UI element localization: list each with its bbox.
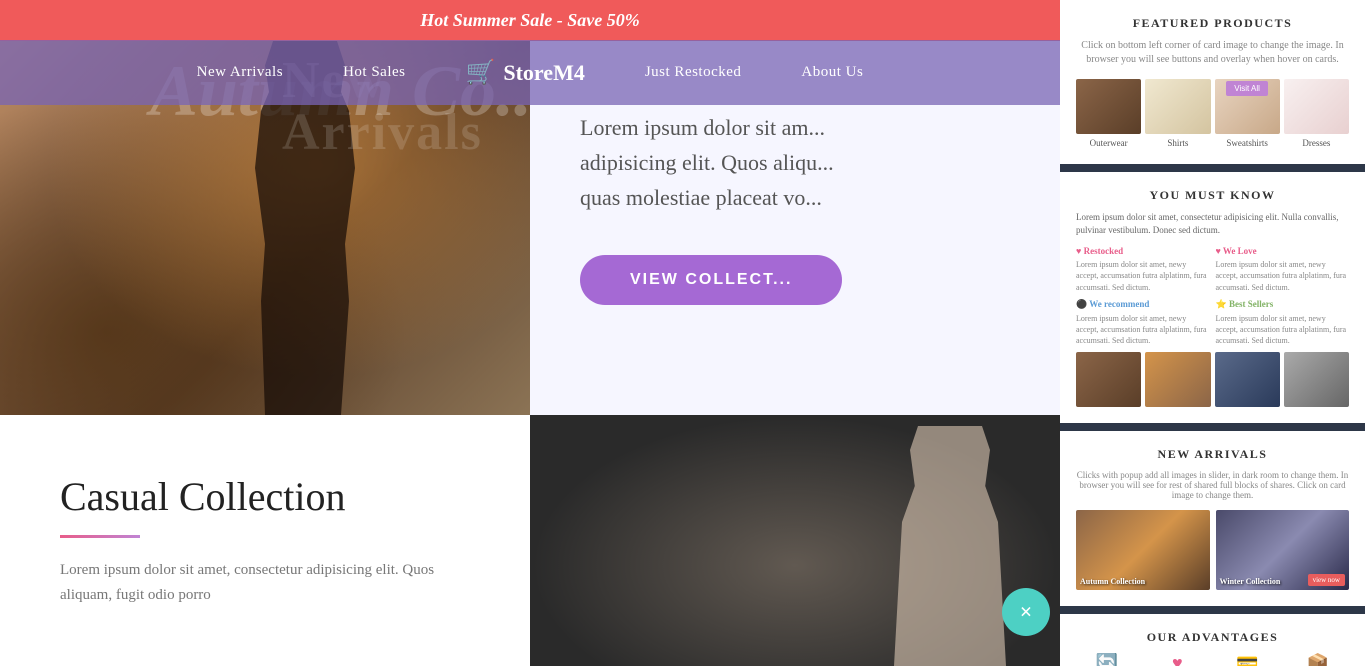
must-know-restocked-label: ♥ Restocked: [1076, 246, 1210, 256]
visit-all-button[interactable]: Visit All: [1226, 81, 1268, 96]
bottom-section: Casual Collection Lorem ipsum dolor sit …: [0, 415, 1060, 666]
shirts-thumb: [1145, 79, 1210, 134]
love-icon: ♥: [1146, 653, 1208, 666]
delivery-icon: 🔄: [1076, 653, 1138, 666]
hero-body-text: Lorem ipsum dolor sit am... adipisicing …: [580, 110, 1010, 216]
divider: [60, 535, 140, 538]
casual-collection-panel: Casual Collection Lorem ipsum dolor sit …: [0, 415, 530, 666]
advantages-section: OUR ADVANTAGES 🔄 Free & FastDelivery ♥ W…: [1060, 614, 1365, 666]
sweatshirts-label: Sweatshirts: [1215, 138, 1280, 148]
must-know-restocked-text: Lorem ipsum dolor sit amet, newy accept,…: [1076, 259, 1210, 293]
must-know-img-4: [1284, 352, 1349, 407]
promo-banner: Hot Summer Sale - Save 50%: [0, 0, 1060, 41]
must-know-best-sellers-text: Lorem ipsum dolor sit amet, newy accept,…: [1216, 313, 1350, 347]
must-know-recommend-text: Lorem ipsum dolor sit amet, newy accept,…: [1076, 313, 1210, 347]
must-know-we-love-text: Lorem ipsum dolor sit amet, newy accept,…: [1216, 259, 1350, 293]
must-know-subtitle: Lorem ipsum dolor sit amet, consectetur …: [1076, 211, 1349, 236]
nav-just-restocked[interactable]: Just Restocked: [645, 64, 742, 81]
must-know-recommend: ⚫ We recommend Lorem ipsum dolor sit ame…: [1076, 299, 1210, 347]
featured-products-section: FEATURED PRODUCTS Click on bottom left c…: [1060, 0, 1365, 164]
arrivals-grid: Autumn Collection Winter Collection view…: [1076, 510, 1349, 590]
advantage-credit: 💳 Easy CreditPayments: [1217, 653, 1279, 666]
featured-grid: Outerwear Shirts Visit All Sweatshirts D…: [1076, 79, 1349, 148]
autumn-caption: Autumn Collection: [1080, 577, 1145, 586]
must-know-recommend-label: ⚫ We recommend: [1076, 299, 1210, 310]
featured-subtitle: Click on bottom left corner of card imag…: [1076, 39, 1349, 67]
shirts-label: Shirts: [1145, 138, 1210, 148]
view-collection-button[interactable]: VIEW COLLECT...: [580, 255, 842, 305]
featured-title: FEATURED PRODUCTS: [1076, 16, 1349, 31]
outwear-label: Outerwear: [1076, 138, 1141, 148]
new-arrivals-panel-title: NEW ARRIVALS: [1076, 447, 1349, 462]
featured-item-dresses[interactable]: Dresses: [1284, 79, 1349, 148]
arrivals-autumn[interactable]: Autumn Collection: [1076, 510, 1210, 590]
logo-text: StoreM4: [503, 60, 584, 86]
site-logo[interactable]: 🛒 StoreM4: [465, 58, 584, 87]
must-know-section: YOU MUST KNOW Lorem ipsum dolor sit amet…: [1060, 172, 1365, 423]
must-know-best-sellers: ⭐ Best Sellers Lorem ipsum dolor sit ame…: [1216, 299, 1350, 347]
must-know-grid: ♥ Restocked Lorem ipsum dolor sit amet, …: [1076, 246, 1349, 346]
featured-item-outwear[interactable]: Outerwear: [1076, 79, 1141, 148]
cart-icon: 🛒: [465, 58, 495, 87]
must-know-we-love-label: ♥ We Love: [1216, 246, 1350, 256]
casual-collection-text: Lorem ipsum dolor sit amet, consectetur …: [60, 558, 470, 609]
view-now-button[interactable]: view now: [1308, 574, 1345, 586]
advantage-returns: 📦 EasyReturns: [1287, 653, 1349, 666]
navbar: New Arrivals Hot Sales 🛒 StoreM4 Just Re…: [0, 40, 1060, 105]
sweatshirts-thumb: Visit All: [1215, 79, 1280, 134]
outwear-thumb: [1076, 79, 1141, 134]
dresses-label: Dresses: [1284, 138, 1349, 148]
must-know-img-1: [1076, 352, 1141, 407]
person-figure-bottom: [870, 426, 1030, 666]
must-know-img-2: [1145, 352, 1210, 407]
must-know-restocked: ♥ Restocked Lorem ipsum dolor sit amet, …: [1076, 246, 1210, 293]
must-know-best-sellers-label: ⭐ Best Sellers: [1216, 299, 1350, 310]
new-arrivals-panel-section: NEW ARRIVALS Clicks with popup add all i…: [1060, 431, 1365, 606]
featured-item-shirts[interactable]: Shirts: [1145, 79, 1210, 148]
winter-caption: Winter Collection: [1220, 577, 1281, 586]
casual-collection-title: Casual Collection: [60, 473, 470, 520]
nav-new-arrivals[interactable]: New Arrivals: [197, 64, 283, 81]
returns-icon: 📦: [1287, 653, 1349, 666]
close-button[interactable]: ×: [1002, 588, 1050, 636]
winter-thumb: Winter Collection view now: [1216, 510, 1350, 590]
credit-icon: 💳: [1217, 653, 1279, 666]
advantages-grid: 🔄 Free & FastDelivery ♥ We LoveYou 💳 Eas…: [1076, 653, 1349, 666]
must-know-title: YOU MUST KNOW: [1076, 188, 1349, 203]
nav-about-us[interactable]: About Us: [801, 64, 863, 81]
advantages-title: OUR ADVANTAGES: [1076, 630, 1349, 645]
advantage-love: ♥ We LoveYou: [1146, 653, 1208, 666]
main-content: Hot Summer Sale - Save 50% New Arrivals …: [0, 0, 1060, 666]
arrivals-winter[interactable]: Winter Collection view now: [1216, 510, 1350, 590]
must-know-images: [1076, 352, 1349, 407]
dresses-thumb: [1284, 79, 1349, 134]
arrivals-subtitle: Clicks with popup add all images in slid…: [1076, 470, 1349, 500]
right-panel: FEATURED PRODUCTS Click on bottom left c…: [1060, 0, 1365, 666]
featured-item-sweatshirts[interactable]: Visit All Sweatshirts: [1215, 79, 1280, 148]
autumn-thumb: Autumn Collection: [1076, 510, 1210, 590]
nav-hot-sales[interactable]: Hot Sales: [343, 64, 405, 81]
promo-text: Hot Summer Sale - Save 50%: [420, 10, 640, 30]
hero-image-bottom-right: [530, 415, 1060, 666]
must-know-img-3: [1215, 352, 1280, 407]
must-know-we-love: ♥ We Love Lorem ipsum dolor sit amet, ne…: [1216, 246, 1350, 293]
advantage-delivery: 🔄 Free & FastDelivery: [1076, 653, 1138, 666]
